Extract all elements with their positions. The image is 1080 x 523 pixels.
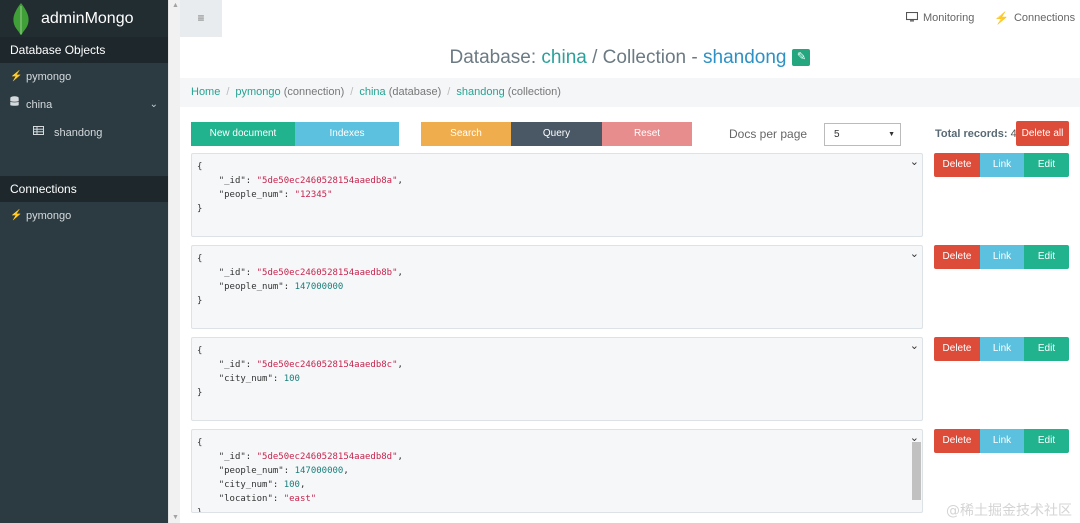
toolbar: New document Indexes Search Query Reset … (180, 107, 1080, 151)
field-key: "city_num" (218, 374, 273, 384)
sidebar-item-collection[interactable]: shandong (0, 119, 168, 147)
mongodb-leaf-icon (13, 2, 29, 35)
watermark: @稀土掘金技术社区 (946, 503, 1072, 519)
breadcrumb-collection-suffix: (collection) (507, 86, 561, 98)
plug-icon: ⚡ (10, 210, 23, 221)
delete-button[interactable]: Delete (934, 337, 980, 361)
link-button[interactable]: Link (980, 245, 1024, 269)
query-button[interactable]: Query (511, 122, 602, 146)
app-name: adminMongo (41, 9, 134, 27)
connections-header: Connections (0, 176, 168, 202)
caret-down-icon: ▼ (888, 131, 895, 138)
brand[interactable]: adminMongo (0, 0, 168, 37)
main-content: Database: china / Collection - shandong … (180, 37, 1080, 523)
edit-button[interactable]: Edit (1024, 429, 1069, 453)
scrollbar[interactable] (912, 442, 921, 500)
monitoring-label: Monitoring (923, 12, 975, 24)
document-card[interactable]: { "_id": "5de50ec2460528154aaedb8b", "pe… (191, 245, 923, 329)
field-value: "east" (283, 494, 317, 504)
chevron-down-icon[interactable]: ⌄ (910, 247, 919, 261)
document-card[interactable]: { "_id": "5de50ec2460528154aaedb8c", "ci… (191, 337, 923, 421)
document-id: "5de50ec2460528154aaedb8c" (256, 360, 398, 370)
scroll-up-icon[interactable]: ▲ (172, 2, 179, 9)
sidebar: adminMongo Database Objects ⚡ pymongo ch… (0, 0, 168, 523)
scrollbar[interactable]: ▲ ▼ (168, 0, 180, 523)
sidebar-item-connections-pymongo[interactable]: ⚡ pymongo (0, 202, 168, 230)
edit-collection-button[interactable]: ✎ (792, 49, 811, 66)
pencil-icon: ✎ (796, 51, 807, 63)
delete-button[interactable]: Delete (934, 245, 980, 269)
table-icon (33, 119, 47, 147)
database-icon (9, 91, 24, 119)
page-header: Database: china / Collection - shandong … (180, 37, 1080, 78)
docs-per-page-select[interactable]: 5 ▼ (824, 123, 901, 146)
field-key: "location" (218, 494, 273, 504)
chevron-down-icon[interactable]: ⌄ (910, 339, 919, 353)
title-prefix: Database: (449, 47, 537, 68)
database-objects-header: Database Objects (0, 37, 168, 63)
title-middle: / Collection - (592, 47, 698, 68)
document-card[interactable]: { "_id": "5de50ec2460528154aaedb8d", "pe… (191, 429, 923, 513)
edit-button[interactable]: Edit (1024, 337, 1069, 361)
monitoring-link[interactable]: Monitoring (905, 0, 975, 37)
plug-icon: ⚡ (10, 71, 23, 82)
breadcrumb-connection[interactable]: pymongo (235, 86, 280, 98)
chevron-down-icon[interactable]: ⌄ (150, 91, 158, 119)
edit-button[interactable]: Edit (1024, 245, 1069, 269)
title-database: china (541, 47, 587, 68)
field-value: 147000000 (294, 282, 344, 292)
field-key: "people_num" (218, 282, 284, 292)
sidebar-item-database[interactable]: china ⌄ (0, 91, 168, 119)
breadcrumb-connection-suffix: (connection) (283, 86, 345, 98)
link-button[interactable]: Link (980, 429, 1024, 453)
title-collection: shandong (703, 47, 787, 68)
breadcrumb: Home / pymongo (connection) / china (databas… (180, 78, 1080, 107)
menu-toggle-button[interactable]: ≡ (180, 0, 222, 37)
total-records: Total records: 4 (935, 122, 1017, 146)
field-value: "12345" (294, 190, 333, 200)
total-records-label: Total records: (935, 128, 1008, 140)
sidebar-item-connection[interactable]: ⚡ pymongo (0, 63, 168, 91)
document-id: "5de50ec2460528154aaedb8b" (256, 268, 398, 278)
document-card[interactable]: { "_id": "5de50ec2460528154aaedb8a", "pe… (191, 153, 923, 237)
sidebar-item-label: pymongo (26, 71, 72, 83)
monitor-icon (905, 2, 919, 35)
sidebar-item-label: pymongo (26, 210, 72, 222)
topbar: ≡ Monitoring ⚡ Connections (180, 0, 1080, 37)
breadcrumb-home[interactable]: Home (191, 86, 220, 98)
delete-button[interactable]: Delete (934, 153, 980, 177)
breadcrumb-database-suffix: (database) (388, 86, 442, 98)
delete-all-button[interactable]: Delete all (1016, 121, 1069, 146)
link-button[interactable]: Link (980, 153, 1024, 177)
field-value: 100 (283, 374, 300, 384)
sidebar-item-label: shandong (54, 127, 103, 139)
chevron-down-icon[interactable]: ⌄ (910, 155, 919, 169)
field-value: 147000000 (294, 466, 344, 476)
plug-icon: ⚡ (994, 11, 1009, 25)
connections-label: Connections (1013, 12, 1076, 24)
scroll-down-icon[interactable]: ▼ (172, 514, 179, 521)
field-key: "people_num" (218, 466, 284, 476)
document-id: "5de50ec2460528154aaedb8a" (256, 176, 398, 186)
indexes-button[interactable]: Indexes (295, 122, 399, 146)
field-value: 100 (283, 480, 300, 490)
page-title: Database: china / Collection - shandong … (450, 37, 811, 78)
field-key: "city_num" (218, 480, 273, 490)
delete-button[interactable]: Delete (934, 429, 980, 453)
link-button[interactable]: Link (980, 337, 1024, 361)
sidebar-item-label: china (26, 99, 53, 111)
docs-per-page-value: 5 (834, 129, 840, 140)
documents-list: { "_id": "5de50ec2460528154aaedb8a", "pe… (180, 151, 1080, 523)
search-button[interactable]: Search (421, 122, 511, 146)
breadcrumb-database[interactable]: china (359, 86, 385, 98)
new-document-button[interactable]: New document (191, 122, 295, 146)
breadcrumb-collection[interactable]: shandong (456, 86, 504, 98)
docs-per-page-label: Docs per page (729, 127, 808, 141)
reset-button[interactable]: Reset (602, 122, 692, 146)
document-id: "5de50ec2460528154aaedb8d" (256, 452, 398, 462)
field-key: "people_num" (218, 190, 284, 200)
connections-link[interactable]: ⚡ Connections (994, 0, 1075, 37)
edit-button[interactable]: Edit (1024, 153, 1069, 177)
